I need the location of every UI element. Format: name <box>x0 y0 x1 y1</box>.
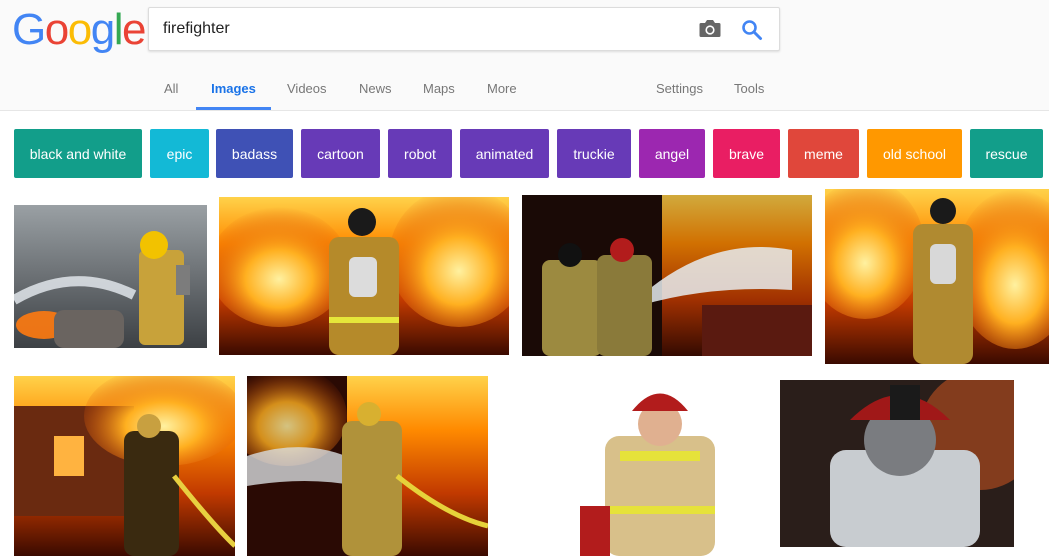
tab-news[interactable]: News <box>359 76 392 110</box>
search-input[interactable] <box>163 8 683 50</box>
image-result-3[interactable] <box>522 195 812 356</box>
chip-old-school[interactable]: old school <box>867 129 962 178</box>
logo-letter: G <box>12 5 46 54</box>
search-icon[interactable] <box>740 18 764 42</box>
google-logo[interactable]: Google <box>12 5 146 54</box>
tab-more[interactable]: More <box>487 76 517 110</box>
chip-angel[interactable]: angel <box>639 129 705 178</box>
logo-letter: l <box>113 5 124 54</box>
tab-maps[interactable]: Maps <box>423 76 455 110</box>
chip-cartoon[interactable]: cartoon <box>301 129 380 178</box>
logo-letter: o <box>44 5 69 54</box>
image-result-8[interactable] <box>780 380 1014 547</box>
search-box <box>148 7 780 51</box>
chip-robot[interactable]: robot <box>388 129 452 178</box>
logo-letter: o <box>67 5 92 54</box>
image-result-5[interactable] <box>14 376 235 556</box>
image-result-1[interactable] <box>14 205 207 348</box>
tab-all[interactable]: All <box>164 76 178 110</box>
image-result-4[interactable] <box>825 189 1049 364</box>
chip-meme[interactable]: meme <box>788 129 859 178</box>
tab-tools[interactable]: Tools <box>734 76 764 110</box>
camera-icon[interactable] <box>698 19 722 39</box>
chip-brave[interactable]: brave <box>713 129 780 178</box>
image-result-7[interactable] <box>560 376 755 556</box>
image-result-6[interactable] <box>247 376 488 556</box>
tab-settings[interactable]: Settings <box>656 76 703 110</box>
logo-letter: e <box>121 5 146 54</box>
chip-epic[interactable]: epic <box>150 129 209 178</box>
chip-rescue[interactable]: rescue <box>970 129 1043 178</box>
tab-videos[interactable]: Videos <box>287 76 327 110</box>
image-result-2[interactable] <box>219 197 509 355</box>
chip-badass[interactable]: badass <box>216 129 293 178</box>
header-bar: Google All Images Videos News Maps More … <box>0 0 1049 111</box>
chip-truckie[interactable]: truckie <box>557 129 631 178</box>
chip-black-and-white[interactable]: black and white <box>14 129 142 178</box>
logo-letter: g <box>90 5 115 54</box>
tab-images[interactable]: Images <box>196 76 271 110</box>
chip-animated[interactable]: animated <box>460 129 549 178</box>
